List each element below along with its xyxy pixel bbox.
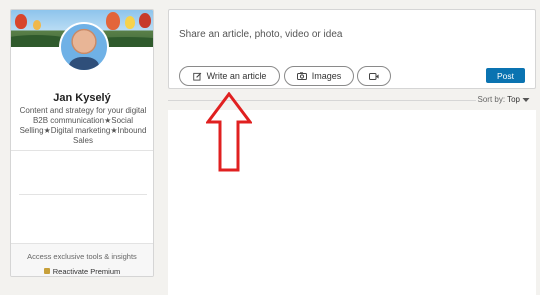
video-icon xyxy=(369,72,379,80)
share-input[interactable]: Share an article, photo, video or idea xyxy=(179,29,342,40)
sort-value: Top xyxy=(507,95,520,104)
write-article-button[interactable]: Write an article xyxy=(179,66,280,86)
avatar[interactable] xyxy=(59,22,109,72)
sort-dropdown[interactable]: Sort by: Top xyxy=(478,95,530,104)
reactivate-premium-label: Reactivate Premium xyxy=(52,266,121,276)
premium-box: Access exclusive tools & insights Reacti… xyxy=(11,244,153,276)
profile-name[interactable]: Jan Kyselý xyxy=(11,92,153,104)
images-button[interactable]: Images xyxy=(284,66,354,86)
share-box: Share an article, photo, video or idea W… xyxy=(168,9,536,89)
edit-icon xyxy=(192,72,201,81)
red-arrow-up-icon xyxy=(206,92,252,172)
caret-down-icon xyxy=(522,97,530,102)
premium-icon xyxy=(43,268,50,274)
camera-icon xyxy=(296,72,307,80)
write-article-label: Write an article xyxy=(206,71,267,81)
sort-label: Sort by: xyxy=(477,95,506,104)
video-button[interactable] xyxy=(357,66,391,86)
post-button[interactable]: Post xyxy=(486,68,525,83)
divider xyxy=(11,150,153,151)
profile-headline: Content and strategy for your digital B2… xyxy=(19,106,147,145)
premium-text: Access exclusive tools & insights xyxy=(27,252,137,261)
divider xyxy=(19,194,147,195)
images-label: Images xyxy=(311,71,342,81)
reactivate-premium-link[interactable]: Reactivate Premium xyxy=(43,266,121,276)
profile-card: Jan Kyselý Content and strategy for your… xyxy=(10,9,154,277)
